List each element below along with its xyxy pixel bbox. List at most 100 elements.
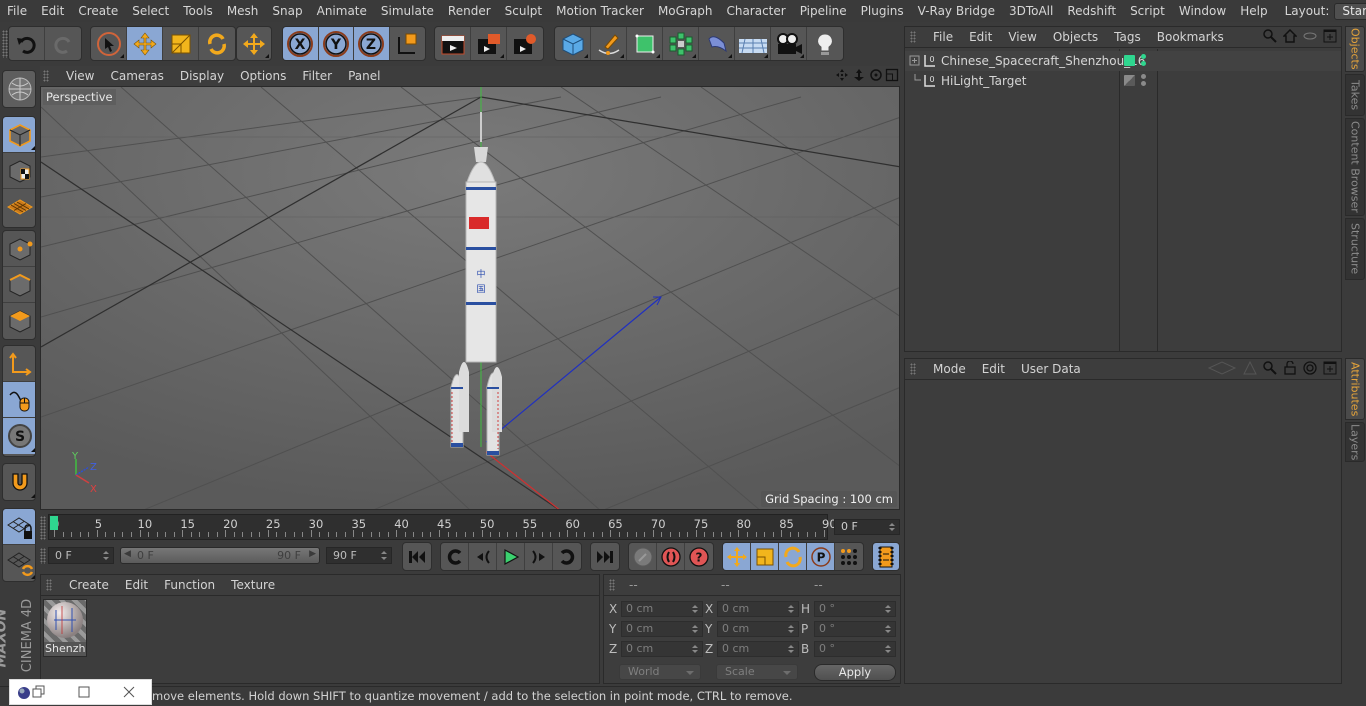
- menu-3dtoall[interactable]: 3DToAll: [1002, 4, 1060, 18]
- viewport-menu-options[interactable]: Options: [232, 69, 294, 83]
- restore-icon[interactable]: [32, 685, 46, 699]
- live-selection-button[interactable]: [91, 27, 127, 60]
- object-menu-edit[interactable]: Edit: [961, 30, 1000, 44]
- object-grip[interactable]: [910, 31, 916, 43]
- coordinate-mode-dropdown[interactable]: Scale: [716, 664, 798, 680]
- axis-mode-button[interactable]: [3, 346, 35, 382]
- edges-mode-button[interactable]: [3, 267, 35, 303]
- new-panel-icon[interactable]: [1323, 361, 1337, 375]
- object-name[interactable]: Chinese_Spacecraft_Shenzhou_16: [941, 54, 1145, 68]
- material-menu-texture[interactable]: Texture: [223, 578, 283, 592]
- render-to-picture-viewer-button[interactable]: [471, 27, 507, 60]
- model-mode-button[interactable]: [3, 117, 35, 153]
- menu-help[interactable]: Help: [1233, 4, 1274, 18]
- viewport-menu-display[interactable]: Display: [172, 69, 232, 83]
- toggle-views-icon[interactable]: [885, 68, 899, 82]
- menu-select[interactable]: Select: [125, 4, 176, 18]
- menu-edit[interactable]: Edit: [34, 4, 71, 18]
- close-icon[interactable]: [122, 685, 136, 699]
- redo-button[interactable]: [45, 27, 81, 60]
- viewport-menu-cameras[interactable]: Cameras: [102, 69, 171, 83]
- menu-window[interactable]: Window: [1172, 4, 1233, 18]
- lock-icon[interactable]: [1283, 361, 1297, 375]
- target-icon[interactable]: [1303, 361, 1317, 375]
- attributes-grip[interactable]: [910, 363, 916, 375]
- object-menu-bookmarks[interactable]: Bookmarks: [1149, 30, 1232, 44]
- object-row[interactable]: 0 HiLight_Target: [905, 71, 1341, 91]
- key-scale-button[interactable]: [751, 543, 779, 570]
- rotation-p-field[interactable]: 0 °: [814, 621, 896, 637]
- up-arrow-icon[interactable]: [1243, 361, 1257, 375]
- object-menu-view[interactable]: View: [1000, 30, 1044, 44]
- floor-button[interactable]: [735, 27, 771, 60]
- rotate-view-icon[interactable]: [869, 68, 883, 82]
- start-frame-field[interactable]: 0 F: [48, 547, 114, 564]
- object-name[interactable]: HiLight_Target: [941, 74, 1026, 88]
- home-icon[interactable]: [1283, 29, 1297, 43]
- visibility-dots[interactable]: [1141, 54, 1147, 68]
- render-view-button[interactable]: [435, 27, 471, 60]
- polygons-mode-button[interactable]: [3, 303, 35, 339]
- material-swatch[interactable]: Shenzhc: [43, 599, 87, 657]
- play-button[interactable]: [497, 543, 525, 570]
- menu-simulate[interactable]: Simulate: [374, 4, 441, 18]
- side-tab-layers[interactable]: Layers: [1345, 422, 1365, 462]
- menu-script[interactable]: Script: [1123, 4, 1172, 18]
- camera-label[interactable]: Perspective: [43, 89, 116, 105]
- attributes-menu-user-data[interactable]: User Data: [1013, 362, 1089, 376]
- attributes-menu-edit[interactable]: Edit: [974, 362, 1013, 376]
- object-row[interactable]: 0 Chinese_Spacecraft_Shenzhou_16: [905, 51, 1341, 71]
- menu-tools[interactable]: Tools: [176, 4, 220, 18]
- object-menu-tags[interactable]: Tags: [1106, 30, 1149, 44]
- attributes-menu-mode[interactable]: Mode: [925, 362, 974, 376]
- side-tab-attributes[interactable]: Attributes: [1345, 358, 1365, 420]
- subdivision-surface-button[interactable]: [627, 27, 663, 60]
- texture-mode-button[interactable]: [3, 153, 35, 189]
- autokey-button[interactable]: [657, 543, 685, 570]
- menu-redshift[interactable]: Redshift: [1060, 4, 1123, 18]
- viewport-menu-panel[interactable]: Panel: [340, 69, 388, 83]
- prev-key-button[interactable]: [441, 543, 469, 570]
- tweak-mode-button[interactable]: [3, 382, 35, 418]
- expand-icon[interactable]: [909, 55, 921, 67]
- visibility-dots[interactable]: [1141, 74, 1147, 88]
- object-menu-objects[interactable]: Objects: [1045, 30, 1106, 44]
- minimized-window[interactable]: [9, 679, 152, 705]
- rotation-h-field[interactable]: 0 °: [814, 601, 896, 617]
- pan-view-icon[interactable]: [835, 68, 849, 82]
- timeline-ruler[interactable]: 051015202530354045505560657075808590: [48, 514, 837, 540]
- menu-pipeline[interactable]: Pipeline: [793, 4, 854, 18]
- playhead[interactable]: [50, 516, 58, 530]
- rotate-tool-button[interactable]: [199, 27, 235, 60]
- workplane-mode-button[interactable]: [3, 189, 35, 225]
- menu-sculpt[interactable]: Sculpt: [498, 4, 549, 18]
- light-button[interactable]: [807, 27, 843, 60]
- next-frame-button[interactable]: [525, 543, 553, 570]
- key-point-level-button[interactable]: [835, 543, 863, 570]
- size-x-field[interactable]: 0 cm: [717, 601, 799, 617]
- pen-spline-button[interactable]: [591, 27, 627, 60]
- perspective-viewport[interactable]: 中 国 Y Z X Perspective Grid Spacing : 100…: [40, 86, 900, 510]
- scale-tool-button[interactable]: [163, 27, 199, 60]
- size-z-field[interactable]: 0 cm: [717, 641, 799, 657]
- side-tab-takes[interactable]: Takes: [1345, 74, 1365, 116]
- end-frame-field[interactable]: 90 F: [326, 547, 392, 564]
- workplane-align-button[interactable]: [3, 545, 35, 581]
- maximize-icon[interactable]: [77, 685, 91, 699]
- material-grip[interactable]: [46, 579, 52, 591]
- move-tool-button[interactable]: [127, 27, 163, 60]
- menu-snap[interactable]: Snap: [265, 4, 309, 18]
- size-y-field[interactable]: 0 cm: [717, 621, 799, 637]
- material-menu-create[interactable]: Create: [61, 578, 117, 592]
- side-tab-structure[interactable]: Structure: [1345, 218, 1365, 280]
- timeline-window-button[interactable]: [873, 543, 899, 570]
- x-axis-lock-button[interactable]: X: [283, 27, 319, 60]
- side-tab-objects[interactable]: Objects: [1345, 26, 1365, 72]
- z-axis-lock-button[interactable]: Z: [354, 27, 390, 60]
- render-settings-button[interactable]: [507, 27, 543, 60]
- coordinate-space-dropdown[interactable]: World: [619, 664, 701, 680]
- range-left-arrow-icon[interactable]: ◀: [124, 549, 131, 559]
- dolly-view-icon[interactable]: [852, 68, 866, 82]
- material-menu-function[interactable]: Function: [156, 578, 223, 592]
- record-active-button[interactable]: [629, 543, 657, 570]
